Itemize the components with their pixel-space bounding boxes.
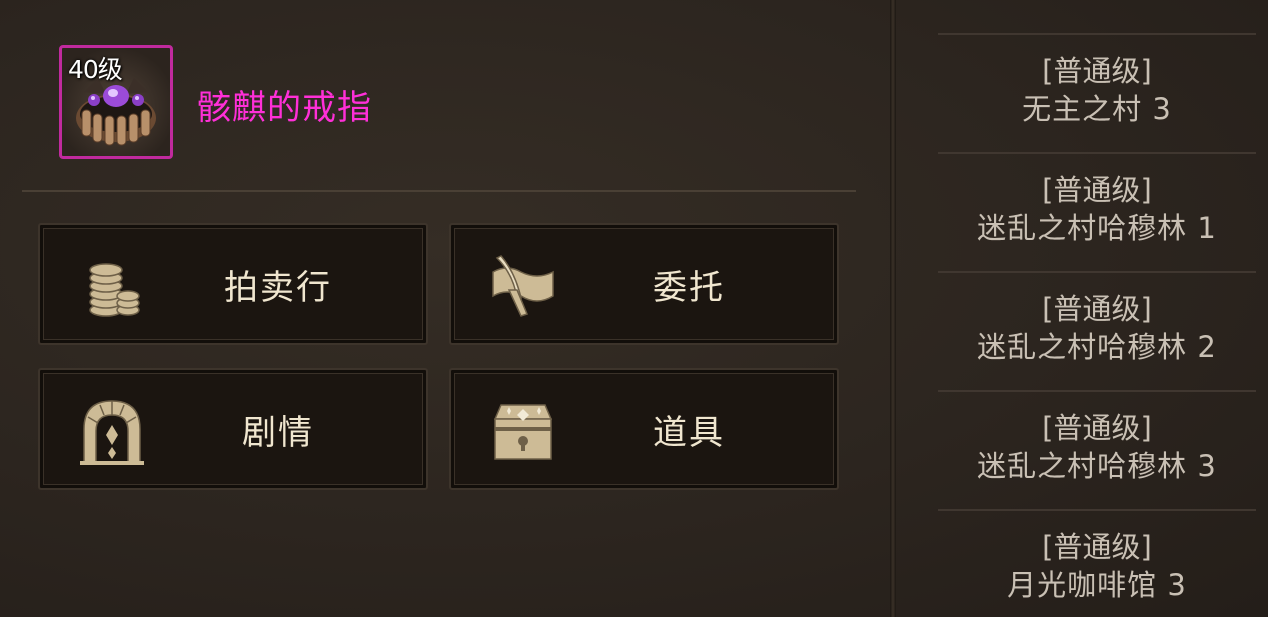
scroll-quill-icon [492,255,554,317]
commission-label: 委托 [653,267,725,308]
stone-arch-icon [80,400,144,465]
items-button[interactable]: 道具 [449,368,839,490]
story-button[interactable]: 剧情 [38,368,428,490]
auction-house-label: 拍卖行 [224,267,332,308]
dungeon-name: 无主之村 3 [1022,92,1172,126]
dungeon-list: [普通级] 无主之村 3 [普通级] 迷乱之村哈穆林 1 [普通级] 迷乱之村哈… [896,0,1268,617]
dungeon-name: 迷乱之村哈穆林 3 [977,449,1217,483]
story-label: 剧情 [242,412,314,453]
dungeon-item[interactable]: [普通级] 迷乱之村哈穆林 1 [938,154,1256,270]
dungeon-grade: [普通级] [1042,530,1152,564]
dungeon-name: 迷乱之村哈穆林 2 [977,330,1217,364]
dungeon-name: 月光咖啡馆 3 [1007,568,1187,602]
divider [22,190,856,192]
item-slot[interactable]: 40级 [59,45,173,159]
auction-house-button[interactable]: 拍卖行 [38,223,428,345]
item-name: 骸麒的戒指 [197,88,372,128]
dungeon-grade: [普通级] [1042,411,1152,445]
commission-button[interactable]: 委托 [449,223,839,345]
dungeon-grade: [普通级] [1042,292,1152,326]
dungeon-item[interactable]: [普通级] 迷乱之村哈穆林 2 [938,273,1256,389]
dungeon-item[interactable]: [普通级] 无主之村 3 [938,35,1256,151]
items-label: 道具 [653,412,725,453]
dungeon-item[interactable]: [普通级] 月光咖啡馆 3 [938,511,1256,617]
treasure-chest-icon [493,404,553,460]
dungeon-item[interactable]: [普通级] 迷乱之村哈穆林 3 [938,392,1256,508]
coin-stack-icon [89,263,140,317]
item-source-window: 40级 骸麒的戒指 拍卖行 委托 剧情 道具 [普通级] 无主之村 3 [普通级… [0,0,1268,617]
dungeon-grade: [普通级] [1042,173,1152,207]
item-level-badge: 40级 [68,55,123,84]
item-info-panel: 40级 骸麒的戒指 拍卖行 委托 剧情 道具 [0,0,890,617]
dungeon-name: 迷乱之村哈穆林 1 [977,211,1217,245]
dungeon-grade: [普通级] [1042,54,1152,88]
